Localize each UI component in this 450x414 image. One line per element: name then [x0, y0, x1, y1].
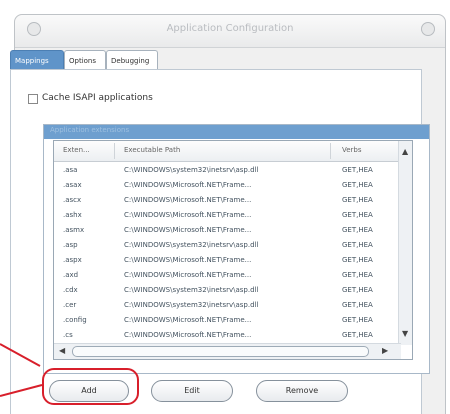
callout-pointer-line-top [0, 343, 41, 367]
callout-pointer-line-bottom [0, 384, 43, 397]
callout-overlay [0, 343, 43, 397]
screenshot-stage: Application Configuration Mappings Optio… [0, 0, 450, 414]
